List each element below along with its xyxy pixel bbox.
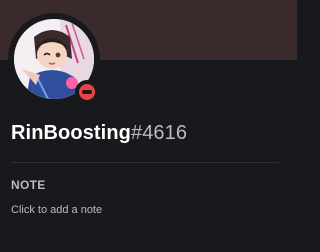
- username-name: RinBoosting: [11, 122, 131, 144]
- profile-popout: RinBoosting#4616 NOTE Click to add a not…: [0, 0, 297, 252]
- note-input[interactable]: Click to add a note: [11, 204, 102, 216]
- username[interactable]: RinBoosting#4616: [11, 122, 187, 145]
- note-heading: NOTE: [11, 178, 46, 192]
- status-indicator: [75, 80, 99, 104]
- divider: [11, 162, 279, 163]
- username-discriminator: #4616: [130, 122, 188, 144]
- avatar-container[interactable]: [8, 13, 100, 105]
- do-not-disturb-icon: [79, 84, 95, 100]
